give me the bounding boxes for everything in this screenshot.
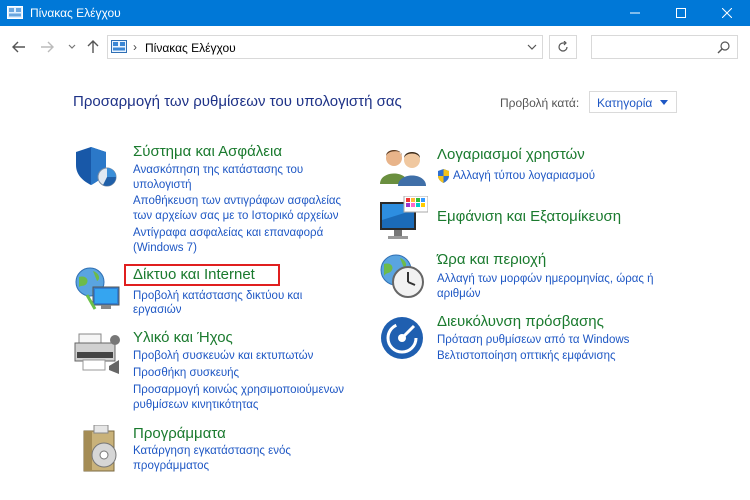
let-windows-suggest-link[interactable]: Πρόταση ρυθμίσεων από τα Windows — [437, 333, 629, 348]
view-by-label: Προβολή κατά: — [500, 96, 580, 110]
arrow-left-icon — [12, 41, 25, 53]
change-date-formats-link-cont[interactable]: αριθμών — [437, 287, 481, 302]
address-bar[interactable]: › Πίνακας Ελέγχου — [107, 35, 543, 59]
system-link-1-cont[interactable]: υπολογιστή — [133, 178, 192, 193]
system-link-2[interactable]: Αποθήκευση των αντιγράφων ασφαλείας — [133, 194, 341, 209]
minimize-icon — [630, 12, 640, 14]
close-icon — [722, 8, 732, 18]
refresh-button[interactable] — [549, 35, 577, 59]
up-button[interactable] — [84, 38, 102, 56]
network-status-link[interactable]: Προβολή κατάστασης δικτύου και — [133, 289, 302, 304]
hardware-link-2[interactable]: Προσθήκη συσκευής — [133, 366, 239, 381]
hardware-sound-link[interactable]: Υλικό και Ήχος — [133, 329, 233, 346]
view-by-value: Κατηγορία — [597, 96, 653, 110]
user-accounts-icon — [380, 150, 426, 186]
printer-icon — [74, 333, 120, 374]
breadcrumb[interactable]: Πίνακας Ελέγχου — [145, 41, 236, 55]
arrow-up-icon — [87, 40, 99, 53]
view-by-dropdown[interactable]: Κατηγορία — [589, 91, 677, 113]
system-security-icon — [76, 147, 117, 187]
maximize-icon — [676, 8, 686, 18]
arrow-right-icon — [41, 41, 54, 53]
hardware-link-1[interactable]: Προβολή συσκευών και εκτυπωτών — [133, 349, 313, 364]
back-button[interactable] — [10, 38, 28, 56]
control-panel-icon — [111, 40, 127, 53]
breadcrumb-separator-icon: › — [133, 40, 137, 54]
hardware-link-3-cont[interactable]: ρυθμίσεων κινητικότητας — [133, 398, 258, 413]
search-box[interactable] — [591, 35, 738, 59]
system-link-1[interactable]: Ανασκόπηση της κατάστασης του — [133, 163, 303, 178]
search-input[interactable] — [596, 39, 706, 55]
system-link-3[interactable]: Αντίγραφα ασφαλείας και επαναφορά — [133, 226, 323, 241]
programs-icon — [83, 425, 117, 472]
search-icon[interactable] — [717, 40, 731, 54]
refresh-icon — [558, 41, 568, 52]
ease-of-access-icon — [381, 317, 423, 359]
title-bar: Πίνακας Ελέγχου — [0, 0, 750, 26]
recent-locations-button[interactable] — [63, 38, 81, 56]
maximize-button[interactable] — [658, 0, 704, 26]
chevron-down-icon[interactable] — [524, 39, 540, 55]
network-globe-icon — [75, 267, 120, 310]
uac-shield-icon — [438, 169, 449, 183]
system-security-link[interactable]: Σύστημα και Ασφάλεια — [133, 143, 282, 160]
chevron-down-icon — [68, 44, 76, 49]
page-title: Προσαρμογή των ρυθμίσεων του υπολογιστή … — [73, 93, 402, 110]
window-title: Πίνακας Ελέγχου — [30, 6, 121, 20]
user-accounts-link[interactable]: Λογαριασμοί χρηστών — [437, 146, 585, 163]
uninstall-program-link[interactable]: Κατάργηση εγκατάστασης ενός — [133, 444, 291, 459]
programs-link[interactable]: Προγράμματα — [133, 425, 226, 442]
uninstall-program-link-cont[interactable]: προγράμματος — [133, 459, 209, 474]
forward-button[interactable] — [38, 38, 56, 56]
change-date-formats-link[interactable]: Αλλαγή των μορφών ημερομηνίας, ώρας ή — [437, 272, 654, 287]
system-link-2-cont[interactable]: των αρχείων σας με το Ιστορικό αρχείων — [133, 209, 339, 224]
system-link-3-cont[interactable]: (Windows 7) — [133, 241, 197, 256]
close-button[interactable] — [704, 0, 750, 26]
minimize-button[interactable] — [612, 0, 658, 26]
ease-of-access-link[interactable]: Διευκόλυνση πρόσβασης — [437, 313, 604, 330]
control-panel-icon — [7, 6, 23, 19]
clock-region-link[interactable]: Ώρα και περιοχή — [437, 251, 546, 268]
hardware-link-3[interactable]: Προσαρμογή κοινώς χρησιμοποιούμενων — [133, 383, 344, 398]
appearance-personalization-link[interactable]: Εμφάνιση και Εξατομίκευση — [437, 208, 621, 225]
network-internet-link[interactable]: Δίκτυο και Internet — [133, 266, 255, 283]
clock-region-icon — [380, 254, 424, 298]
appearance-monitor-icon — [380, 196, 428, 239]
change-account-type-link[interactable]: Αλλαγή τύπου λογαριασμού — [453, 169, 595, 184]
optimize-visual-display-link[interactable]: Βελτιστοποίηση οπτικής εμφάνισης — [437, 349, 616, 364]
network-status-link-cont[interactable]: εργασιών — [133, 303, 181, 318]
caret-down-icon — [660, 100, 668, 105]
